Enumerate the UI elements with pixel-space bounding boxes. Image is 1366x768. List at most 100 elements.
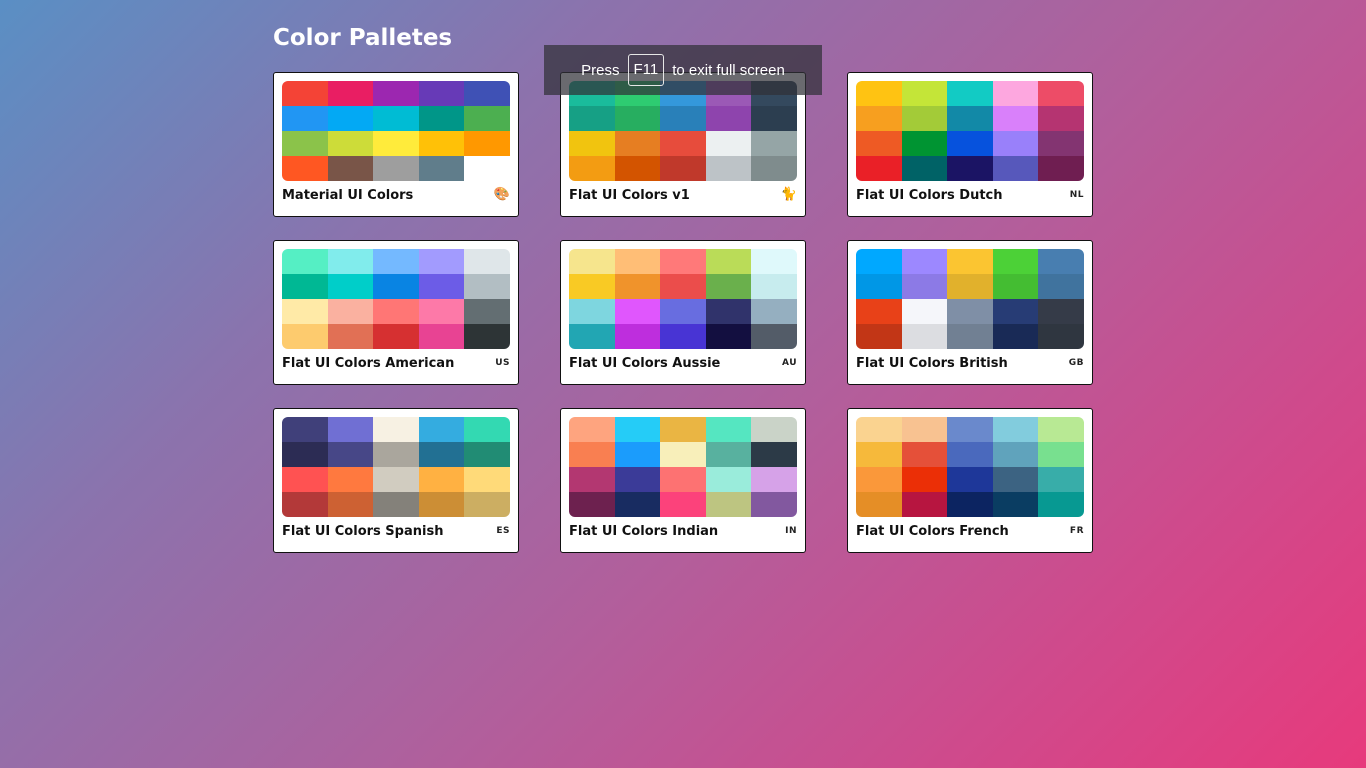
color-swatch[interactable] — [660, 131, 706, 156]
color-swatch[interactable] — [418, 131, 465, 156]
color-swatch[interactable] — [992, 467, 1039, 492]
color-swatch[interactable] — [947, 417, 993, 442]
color-swatch[interactable] — [569, 249, 615, 274]
color-swatch[interactable] — [418, 324, 465, 349]
color-swatch[interactable] — [660, 324, 706, 349]
color-swatch[interactable] — [947, 274, 993, 299]
color-swatch[interactable] — [614, 467, 661, 492]
color-swatch[interactable] — [373, 299, 419, 324]
color-swatch[interactable] — [464, 249, 510, 274]
color-swatch[interactable] — [418, 249, 465, 274]
color-swatch[interactable] — [614, 106, 661, 131]
color-swatch[interactable] — [464, 467, 510, 492]
color-swatch[interactable] — [660, 467, 706, 492]
color-swatch[interactable] — [464, 299, 510, 324]
palette-card[interactable]: Flat UI Colors Aussie AU — [560, 240, 806, 385]
color-swatch[interactable] — [569, 467, 615, 492]
palette-card[interactable]: Flat UI Colors Dutch NL — [847, 72, 1093, 217]
color-swatch[interactable] — [418, 492, 465, 517]
color-swatch[interactable] — [992, 156, 1039, 181]
color-swatch[interactable] — [751, 492, 797, 517]
color-swatch[interactable] — [373, 324, 419, 349]
color-swatch[interactable] — [751, 274, 797, 299]
color-swatch[interactable] — [614, 417, 661, 442]
color-swatch[interactable] — [614, 492, 661, 517]
color-swatch[interactable] — [569, 106, 615, 131]
color-swatch[interactable] — [947, 299, 993, 324]
color-swatch[interactable] — [856, 299, 902, 324]
color-swatch[interactable] — [947, 131, 993, 156]
color-swatch[interactable] — [1038, 417, 1084, 442]
color-swatch[interactable] — [705, 249, 752, 274]
color-swatch[interactable] — [569, 417, 615, 442]
color-swatch[interactable] — [569, 442, 615, 467]
color-swatch[interactable] — [1038, 274, 1084, 299]
palette-card[interactable]: Flat UI Colors American US — [273, 240, 519, 385]
color-swatch[interactable] — [614, 249, 661, 274]
color-swatch[interactable] — [282, 106, 328, 131]
color-swatch[interactable] — [856, 324, 902, 349]
color-swatch[interactable] — [569, 492, 615, 517]
color-swatch[interactable] — [373, 106, 419, 131]
color-swatch[interactable] — [1038, 442, 1084, 467]
palette-card[interactable]: Flat UI Colors British GB — [847, 240, 1093, 385]
color-swatch[interactable] — [705, 131, 752, 156]
color-swatch[interactable] — [569, 274, 615, 299]
color-swatch[interactable] — [327, 131, 374, 156]
color-swatch[interactable] — [901, 467, 948, 492]
color-swatch[interactable] — [418, 274, 465, 299]
color-swatch[interactable] — [660, 492, 706, 517]
color-swatch[interactable] — [751, 131, 797, 156]
color-swatch[interactable] — [569, 131, 615, 156]
color-swatch[interactable] — [992, 492, 1039, 517]
color-swatch[interactable] — [282, 492, 328, 517]
color-swatch[interactable] — [947, 106, 993, 131]
color-swatch[interactable] — [660, 274, 706, 299]
color-swatch[interactable] — [1038, 81, 1084, 106]
color-swatch[interactable] — [992, 299, 1039, 324]
color-swatch[interactable] — [1038, 131, 1084, 156]
color-swatch[interactable] — [282, 274, 328, 299]
color-swatch[interactable] — [751, 467, 797, 492]
color-swatch[interactable] — [327, 274, 374, 299]
color-swatch[interactable] — [947, 156, 993, 181]
color-swatch[interactable] — [751, 324, 797, 349]
color-swatch[interactable] — [373, 131, 419, 156]
color-swatch[interactable] — [901, 274, 948, 299]
color-swatch[interactable] — [614, 131, 661, 156]
color-swatch[interactable] — [856, 131, 902, 156]
color-swatch[interactable] — [992, 106, 1039, 131]
color-swatch[interactable] — [992, 249, 1039, 274]
color-swatch[interactable] — [1038, 299, 1084, 324]
color-swatch[interactable] — [901, 417, 948, 442]
color-swatch[interactable] — [327, 467, 374, 492]
color-swatch[interactable] — [751, 417, 797, 442]
color-swatch[interactable] — [282, 324, 328, 349]
color-swatch[interactable] — [901, 81, 948, 106]
color-swatch[interactable] — [901, 324, 948, 349]
color-swatch[interactable] — [282, 417, 328, 442]
color-swatch[interactable] — [282, 131, 328, 156]
color-swatch[interactable] — [705, 106, 752, 131]
color-swatch[interactable] — [327, 299, 374, 324]
color-swatch[interactable] — [464, 417, 510, 442]
color-swatch[interactable] — [373, 249, 419, 274]
palette-card[interactable]: Flat UI Colors Spanish ES — [273, 408, 519, 553]
color-swatch[interactable] — [901, 131, 948, 156]
color-swatch[interactable] — [705, 156, 752, 181]
color-swatch[interactable] — [614, 299, 661, 324]
color-swatch[interactable] — [901, 299, 948, 324]
color-swatch[interactable] — [373, 442, 419, 467]
color-swatch[interactable] — [418, 417, 465, 442]
color-swatch[interactable] — [373, 274, 419, 299]
color-swatch[interactable] — [614, 324, 661, 349]
color-swatch[interactable] — [327, 106, 374, 131]
palette-card[interactable]: Flat UI Colors French FR — [847, 408, 1093, 553]
color-swatch[interactable] — [992, 81, 1039, 106]
color-swatch[interactable] — [992, 324, 1039, 349]
color-swatch[interactable] — [614, 442, 661, 467]
palette-card[interactable]: Material UI Colors 🎨 — [273, 72, 519, 217]
color-swatch[interactable] — [660, 156, 706, 181]
color-swatch[interactable] — [614, 156, 661, 181]
color-swatch[interactable] — [947, 467, 993, 492]
